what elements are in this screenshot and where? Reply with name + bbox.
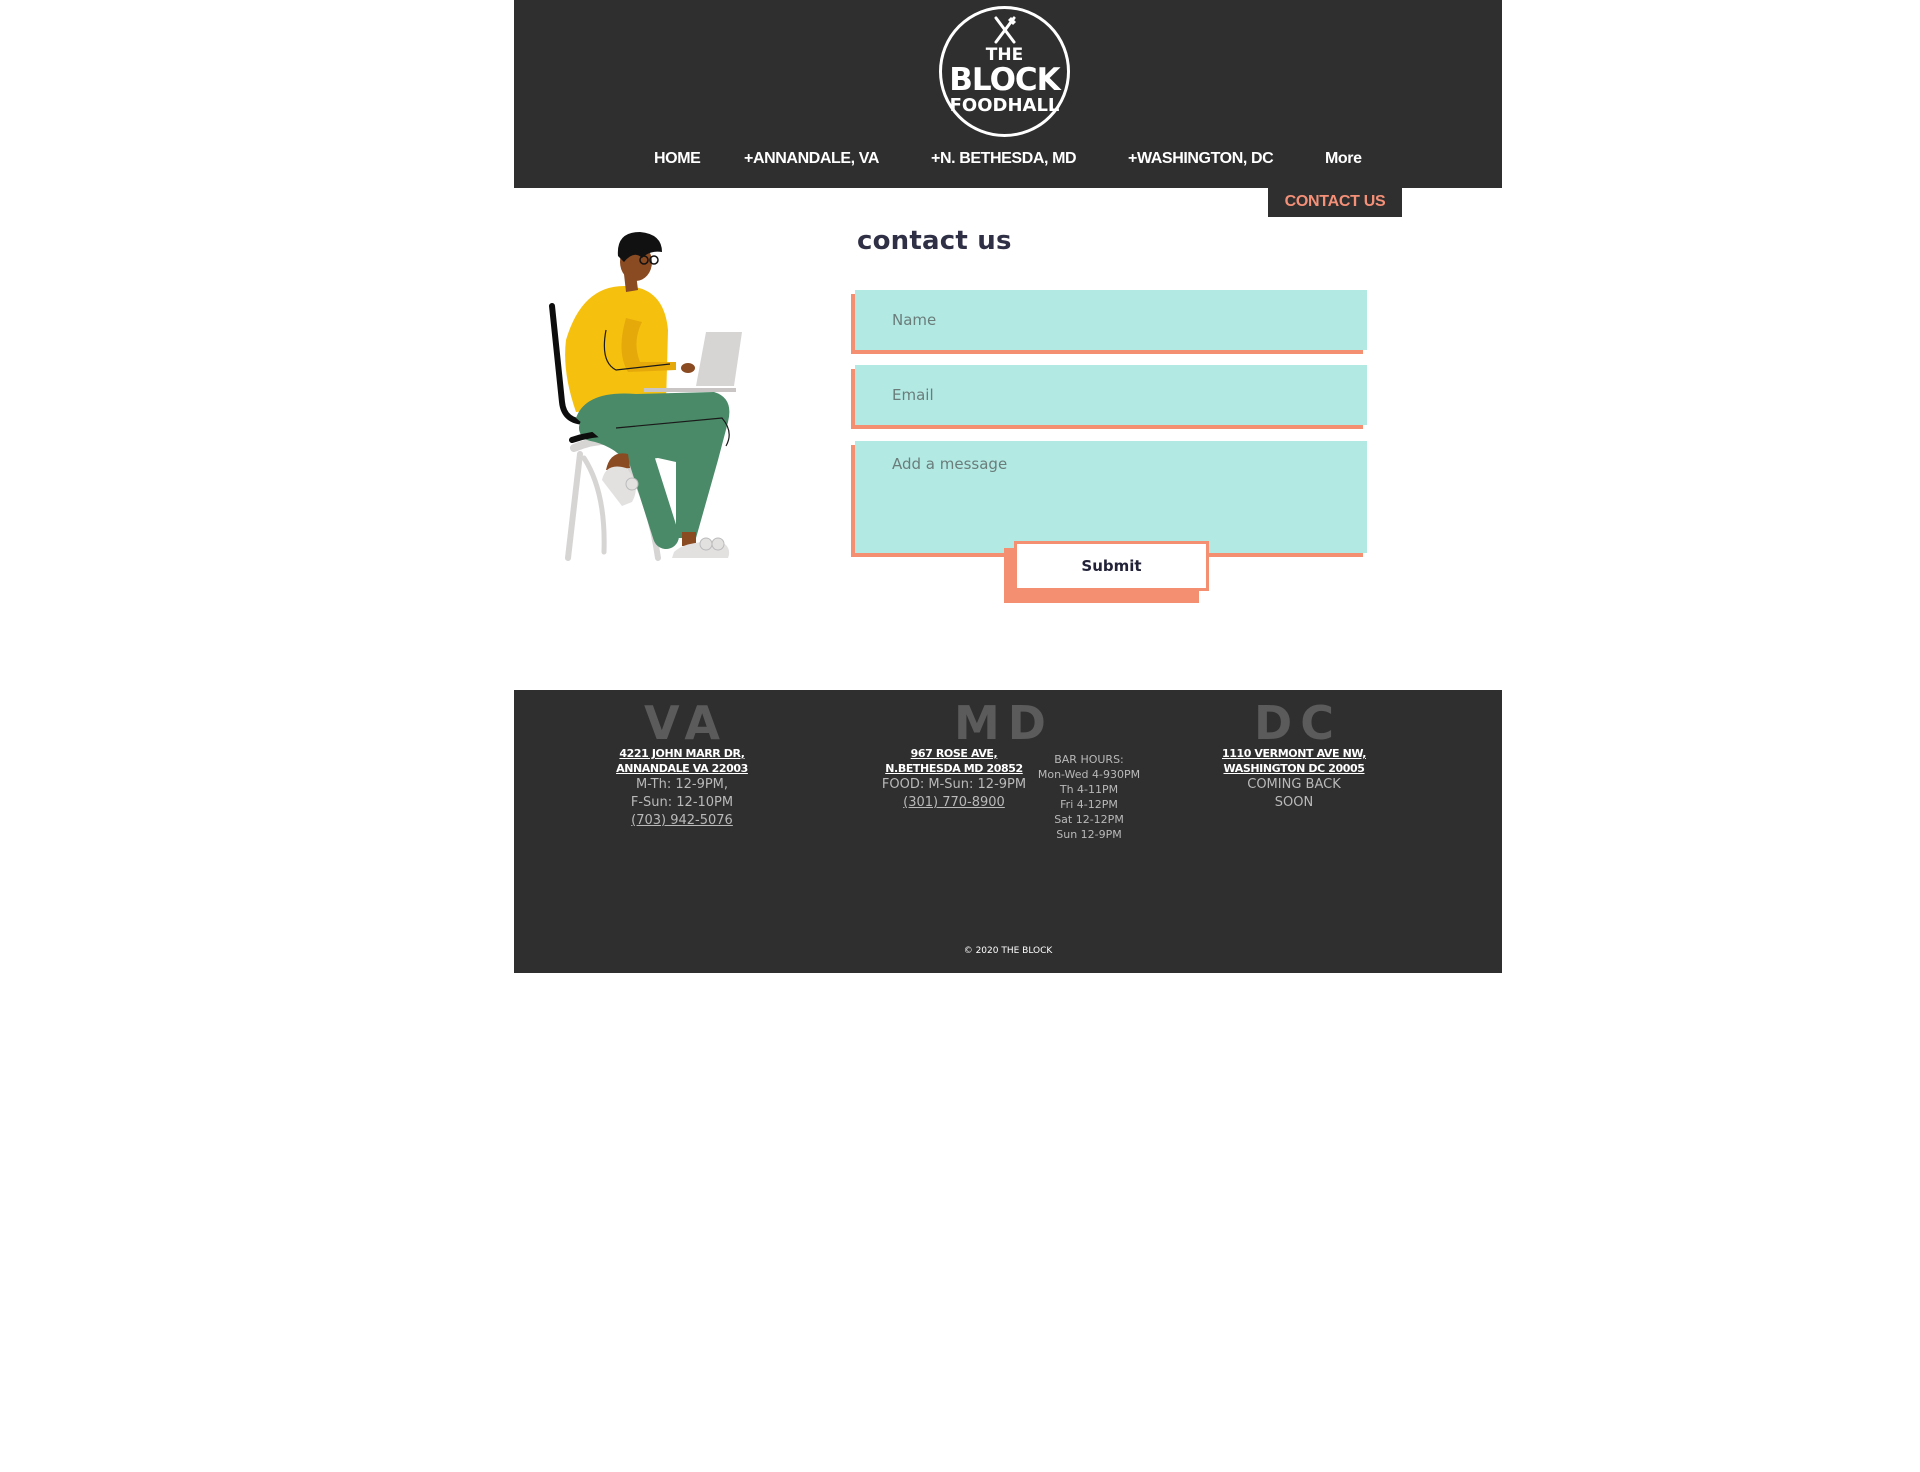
nav-item-washington[interactable]: +WASHINGTON, DC — [1128, 150, 1274, 168]
bar-hours-line: Fri 4-12PM — [1060, 798, 1118, 811]
email-input[interactable] — [855, 365, 1367, 425]
site-container: THE BLOCK FOODHALL HOME +ANNANDALE, VA +… — [514, 0, 1502, 973]
site-header: THE BLOCK FOODHALL HOME +ANNANDALE, VA +… — [514, 0, 1502, 188]
bar-hours-line: Sun 12-9PM — [1056, 828, 1122, 841]
hours-line1-va: M-Th: 12-9PM, — [635, 777, 729, 792]
address-line1-dc[interactable]: 1110 VERMONT AVE NW, — [1214, 746, 1374, 761]
page-title: contact us — [857, 226, 1012, 256]
person-with-laptop-illustration — [549, 232, 742, 561]
phone-link-va[interactable]: (703) 942-5076 — [604, 812, 760, 830]
logo-wordmark: THE BLOCK FOODHALL — [942, 47, 1067, 115]
brand-logo[interactable]: THE BLOCK FOODHALL — [939, 6, 1070, 137]
location-dc: DC 1110 VERMONT AVE NW, WASHINGTON DC 20… — [1214, 690, 1374, 812]
nav-item-home[interactable]: HOME — [654, 150, 701, 168]
location-va: VA 4221 JOHN MARR DR, ANNANDALE VA 22003… — [604, 690, 760, 830]
bar-hours-line: Mon-Wed 4-930PM — [1037, 768, 1141, 781]
bar-hours-md: BAR HOURS: Mon-Wed 4-930PM Th 4-11PM Fri… — [1024, 752, 1154, 842]
bar-hours-heading: BAR HOURS: — [1054, 753, 1124, 766]
address-line1-va[interactable]: 4221 JOHN MARR DR, — [604, 746, 760, 761]
site-footer: VA 4221 JOHN MARR DR, ANNANDALE VA 22003… — [514, 690, 1502, 973]
message-textarea[interactable] — [855, 441, 1367, 553]
bar-hours-line: Sat 12-12PM — [1054, 813, 1124, 826]
nav-item-annandale[interactable]: +ANNANDALE, VA — [744, 150, 879, 168]
nav-item-more[interactable]: More — [1325, 150, 1362, 168]
state-heading-md: MD — [954, 696, 1054, 750]
location-md: MD 967 ROSE AVE, N.BETHESDA MD 20852 FOO… — [864, 690, 1054, 812]
logo-line-block: BLOCK — [949, 62, 1060, 98]
hours-line2-va: F-Sun: 12-10PM — [630, 795, 734, 810]
bar-hours-line: Th 4-11PM — [1059, 783, 1119, 796]
name-input[interactable] — [855, 290, 1367, 350]
hours-line1-md: FOOD: M-Sun: 12-9PM — [881, 777, 1027, 792]
phone-link-md[interactable]: (301) 770-8900 — [864, 794, 1044, 812]
nav-item-bethesda[interactable]: +N. BETHESDA, MD — [931, 150, 1077, 168]
copyright-text: © 2020 THE BLOCK — [963, 946, 1053, 956]
state-heading-va: VA — [643, 696, 729, 750]
submit-button[interactable]: Submit — [1014, 541, 1209, 591]
status-line1-dc: COMING BACK — [1247, 777, 1341, 792]
address-line2-va[interactable]: ANNANDALE VA 22003 — [604, 761, 760, 776]
state-heading-dc: DC — [1254, 696, 1342, 750]
address-line2-md[interactable]: N.BETHESDA MD 20852 — [864, 761, 1044, 776]
address-line2-dc[interactable]: WASHINGTON DC 20005 — [1214, 761, 1374, 776]
status-line2-dc: SOON — [1274, 795, 1314, 810]
main-nav: HOME +ANNANDALE, VA +N. BETHESDA, MD +WA… — [514, 150, 1502, 172]
logo-line-foodhall: FOODHALL — [949, 95, 1060, 116]
fork-knife-icon — [994, 16, 1016, 44]
nav-dropdown-contact-us[interactable]: CONTACT US — [1268, 188, 1402, 217]
